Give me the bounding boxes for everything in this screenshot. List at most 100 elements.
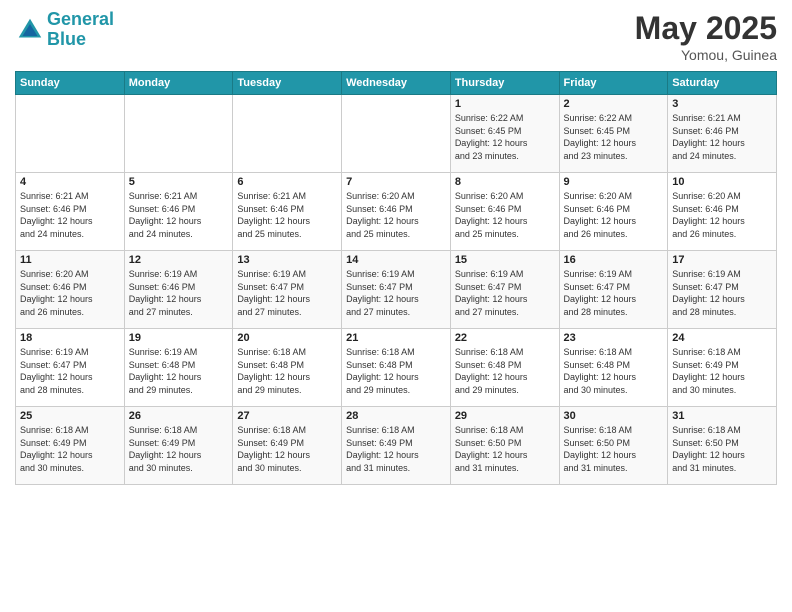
cell-w1-d7: 3Sunrise: 6:21 AMSunset: 6:46 PMDaylight… [668,95,777,173]
day-number: 28 [346,410,446,422]
day-number: 19 [129,332,229,344]
day-info: Sunrise: 6:19 AMSunset: 6:47 PMDaylight:… [455,268,555,318]
cell-w4-d3: 20 Sunrise: 6:18 AMSunset: 6:48 PMDayligh… [233,329,342,407]
day-info: Sunrise: 6:19 AMSunset: 6:46 PMDaylight:… [129,268,229,318]
day-info: Sunrise: 6:18 AMSunset: 6:48 PMDaylight:… [346,346,446,396]
day-number: 17 [672,254,772,266]
cell-w4-d2: 19 Sunrise: 6:19 AMSunset: 6:48 PMDayligh… [124,329,233,407]
cell-w1-d2 [124,95,233,173]
day-info: Sunrise: 6:19 AMSunset: 6:47 PMDaylight:… [346,268,446,318]
logo-icon [15,15,45,45]
cell-w3-d4: 14Sunrise: 6:19 AMSunset: 6:47 PMDayligh… [342,251,451,329]
day-number: 4 [20,176,120,188]
day-number: 29 [455,410,555,422]
col-saturday: Saturday [668,72,777,95]
day-info: Sunrise: 6:21 AMSunset: 6:46 PMDaylight:… [129,190,229,240]
cell-w1-d3 [233,95,342,173]
day-info: Sunrise: 6:20 AMSunset: 6:46 PMDaylight:… [346,190,446,240]
cell-w1-d5: 1Sunrise: 6:22 AMSunset: 6:45 PMDaylight… [450,95,559,173]
col-sunday: Sunday [16,72,125,95]
day-info: Sunrise: 6:21 AMSunset: 6:46 PMDaylight:… [237,190,337,240]
cell-w3-d6: 16Sunrise: 6:19 AMSunset: 6:47 PMDayligh… [559,251,668,329]
calendar-body: 1Sunrise: 6:22 AMSunset: 6:45 PMDaylight… [16,95,777,485]
cell-w2-d3: 6 Sunrise: 6:21 AMSunset: 6:46 PMDaylight… [233,173,342,251]
day-info: Sunrise: 6:19 AMSunset: 6:47 PMDaylight:… [237,268,337,318]
day-info: Sunrise: 6:18 AMSunset: 6:49 PMDaylight:… [237,424,337,474]
day-info: Sunrise: 6:20 AMSunset: 6:46 PMDaylight:… [672,190,772,240]
page: General Blue May 2025 Yomou, Guinea Sund… [0,0,792,612]
day-number: 30 [564,410,664,422]
day-number: 31 [672,410,772,422]
cell-w4-d1: 18Sunrise: 6:19 AMSunset: 6:47 PMDayligh… [16,329,125,407]
cell-w5-d7: 31 Sunrise: 6:18 AMSunset: 6:50 PMDayligh… [668,407,777,485]
title-block: May 2025 Yomou, Guinea [635,10,777,63]
day-number: 12 [129,254,229,266]
day-number: 15 [455,254,555,266]
day-number: 11 [20,254,120,266]
header: General Blue May 2025 Yomou, Guinea [15,10,777,63]
day-info: Sunrise: 6:18 AMSunset: 6:49 PMDaylight:… [672,346,772,396]
day-number: 6 [237,176,337,188]
day-number: 8 [455,176,555,188]
cell-w1-d1 [16,95,125,173]
day-info: Sunrise: 6:18 AMSunset: 6:49 PMDaylight:… [20,424,120,474]
day-info: Sunrise: 6:22 AMSunset: 6:45 PMDaylight:… [455,112,555,162]
cell-w3-d5: 15 Sunrise: 6:19 AMSunset: 6:47 PMDayligh… [450,251,559,329]
day-info: Sunrise: 6:18 AMSunset: 6:50 PMDaylight:… [455,424,555,474]
col-thursday: Thursday [450,72,559,95]
cell-w3-d3: 13Sunrise: 6:19 AMSunset: 6:47 PMDayligh… [233,251,342,329]
week-row-3: 11 Sunrise: 6:20 AMSunset: 6:46 PMDayligh… [16,251,777,329]
logo-text: General Blue [47,10,114,50]
cell-w4-d4: 21 Sunrise: 6:18 AMSunset: 6:48 PMDayligh… [342,329,451,407]
day-info: Sunrise: 6:21 AMSunset: 6:46 PMDaylight:… [672,112,772,162]
day-info: Sunrise: 6:18 AMSunset: 6:48 PMDaylight:… [455,346,555,396]
day-number: 24 [672,332,772,344]
cell-w5-d1: 25 Sunrise: 6:18 AMSunset: 6:49 PMDayligh… [16,407,125,485]
day-number: 21 [346,332,446,344]
cell-w3-d7: 17Sunrise: 6:19 AMSunset: 6:47 PMDayligh… [668,251,777,329]
day-number: 26 [129,410,229,422]
day-number: 2 [564,98,664,110]
col-wednesday: Wednesday [342,72,451,95]
day-info: Sunrise: 6:18 AMSunset: 6:48 PMDaylight:… [564,346,664,396]
day-info: Sunrise: 6:18 AMSunset: 6:49 PMDaylight:… [129,424,229,474]
day-info: Sunrise: 6:18 AMSunset: 6:50 PMDaylight:… [672,424,772,474]
main-title: May 2025 [635,10,777,47]
day-number: 20 [237,332,337,344]
day-info: Sunrise: 6:22 AMSunset: 6:45 PMDaylight:… [564,112,664,162]
day-info: Sunrise: 6:21 AMSunset: 6:46 PMDaylight:… [20,190,120,240]
day-info: Sunrise: 6:18 AMSunset: 6:50 PMDaylight:… [564,424,664,474]
cell-w1-d6: 2 Sunrise: 6:22 AMSunset: 6:45 PMDaylight… [559,95,668,173]
day-info: Sunrise: 6:20 AMSunset: 6:46 PMDaylight:… [564,190,664,240]
day-number: 10 [672,176,772,188]
col-tuesday: Tuesday [233,72,342,95]
cell-w1-d4 [342,95,451,173]
day-number: 9 [564,176,664,188]
cell-w5-d6: 30 Sunrise: 6:18 AMSunset: 6:50 PMDayligh… [559,407,668,485]
week-row-5: 25 Sunrise: 6:18 AMSunset: 6:49 PMDayligh… [16,407,777,485]
day-info: Sunrise: 6:19 AMSunset: 6:48 PMDaylight:… [129,346,229,396]
week-row-2: 4 Sunrise: 6:21 AMSunset: 6:46 PMDaylight… [16,173,777,251]
week-row-4: 18Sunrise: 6:19 AMSunset: 6:47 PMDayligh… [16,329,777,407]
calendar-header: Sunday Monday Tuesday Wednesday Thursday… [16,72,777,95]
day-info: Sunrise: 6:20 AMSunset: 6:46 PMDaylight:… [455,190,555,240]
day-number: 16 [564,254,664,266]
day-info: Sunrise: 6:19 AMSunset: 6:47 PMDaylight:… [20,346,120,396]
day-info: Sunrise: 6:20 AMSunset: 6:46 PMDaylight:… [20,268,120,318]
week-row-1: 1Sunrise: 6:22 AMSunset: 6:45 PMDaylight… [16,95,777,173]
day-info: Sunrise: 6:18 AMSunset: 6:48 PMDaylight:… [237,346,337,396]
cell-w4-d6: 23 Sunrise: 6:18 AMSunset: 6:48 PMDayligh… [559,329,668,407]
logo-line2: Blue [47,29,86,49]
subtitle: Yomou, Guinea [635,47,777,63]
cell-w2-d2: 5 Sunrise: 6:21 AMSunset: 6:46 PMDaylight… [124,173,233,251]
day-number: 23 [564,332,664,344]
col-monday: Monday [124,72,233,95]
day-number: 27 [237,410,337,422]
day-number: 5 [129,176,229,188]
header-row: Sunday Monday Tuesday Wednesday Thursday… [16,72,777,95]
cell-w2-d6: 9 Sunrise: 6:20 AMSunset: 6:46 PMDaylight… [559,173,668,251]
cell-w4-d7: 24 Sunrise: 6:18 AMSunset: 6:49 PMDayligh… [668,329,777,407]
col-friday: Friday [559,72,668,95]
cell-w3-d2: 12 Sunrise: 6:19 AMSunset: 6:46 PMDayligh… [124,251,233,329]
day-number: 25 [20,410,120,422]
